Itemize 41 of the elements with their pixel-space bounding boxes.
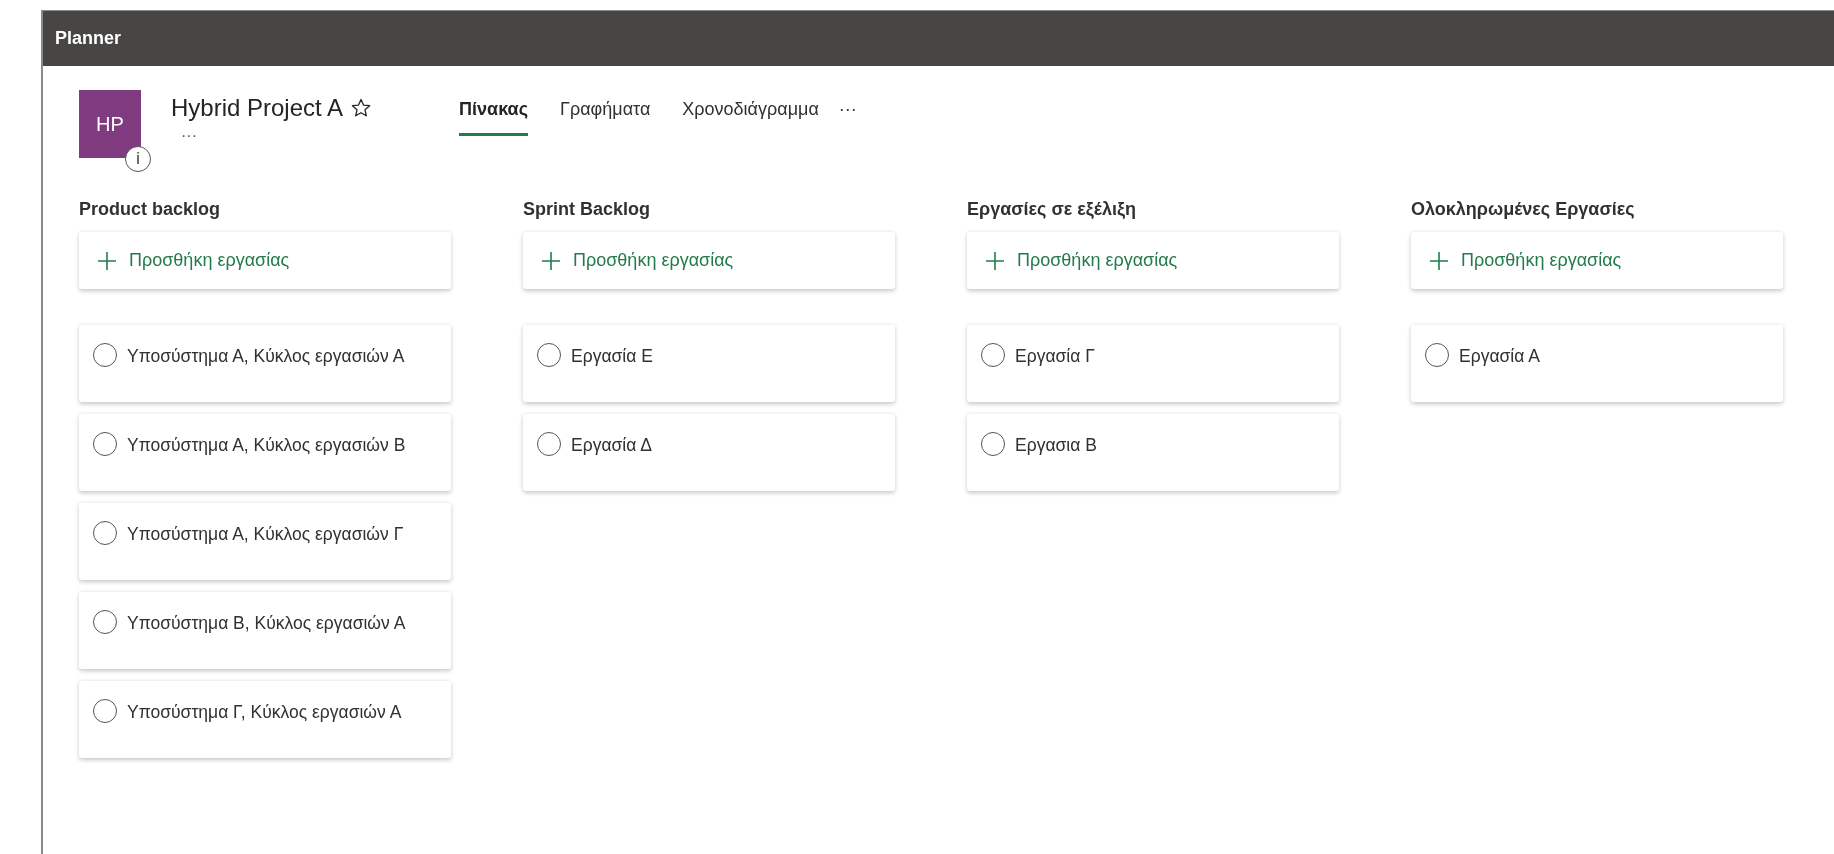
- info-button[interactable]: i: [125, 146, 151, 172]
- bucket-title: Εργασίες σε εξέλιξη: [967, 198, 1137, 221]
- task-card[interactable]: Υποσύστημα Γ, Κύκλος εργασιών Α: [79, 681, 451, 758]
- task-card[interactable]: Υποσύστημα Α, Κύκλος εργασιών Γ: [79, 503, 451, 580]
- app-title: Planner: [55, 27, 122, 50]
- bucket-title: Product backlog: [79, 198, 222, 221]
- favorite-star-icon[interactable]: [351, 98, 372, 118]
- plus-icon: [1429, 250, 1449, 271]
- task-title: Υποσύστημα Α, Κύκλος εργασιών Γ: [127, 523, 404, 546]
- add-task-button[interactable]: Προσθήκη εργασίας: [967, 232, 1339, 289]
- task-title: Υποσύστημα Β, Κύκλος εργασιών Α: [127, 612, 406, 635]
- task-title: Εργασία Γ: [1015, 345, 1095, 368]
- task-card[interactable]: Εργασία Α: [1411, 325, 1783, 402]
- task-title: Υποσύστημα Α, Κύκλος εργασιών Β: [127, 434, 406, 457]
- task-title: Εργασια Β: [1015, 434, 1097, 457]
- task-card[interactable]: Υποσύστημα Β, Κύκλος εργασιών Α: [79, 592, 451, 669]
- plus-icon: [985, 250, 1005, 271]
- plan-title: Hybrid Project A: [171, 93, 344, 123]
- task-title: Υποσύστημα Α, Κύκλος εργασιών Α: [127, 345, 405, 368]
- more-tabs-button[interactable]: ···: [838, 96, 857, 123]
- task-title: Εργασία Α: [1459, 345, 1540, 368]
- task-title: Εργασία Δ: [571, 434, 652, 457]
- tab[interactable]: Χρονοδιάγραμμα: [682, 96, 819, 136]
- plus-icon: [541, 250, 561, 271]
- task-card[interactable]: Εργασια Β: [967, 414, 1339, 491]
- add-task-button[interactable]: Προσθήκη εργασίας: [1411, 232, 1783, 289]
- bucket-title: Ολοκληρωμένες Εργασίες: [1411, 198, 1636, 221]
- task-title: Υποσύστημα Γ, Κύκλος εργασιών Α: [127, 701, 402, 724]
- task-title: Εργασία Ε: [571, 345, 653, 368]
- add-task-button[interactable]: Προσθήκη εργασίας: [79, 232, 451, 289]
- task-card[interactable]: Υποσύστημα Α, Κύκλος εργασιών Β: [79, 414, 451, 491]
- task-card[interactable]: Εργασία Ε: [523, 325, 895, 402]
- task-card[interactable]: Υποσύστημα Α, Κύκλος εργασιών Α: [79, 325, 451, 402]
- plus-icon: [97, 250, 117, 271]
- tab[interactable]: Γραφήματα: [560, 96, 651, 136]
- task-card[interactable]: Εργασία Γ: [967, 325, 1339, 402]
- task-card[interactable]: Εργασία Δ: [523, 414, 895, 491]
- more-options-button[interactable]: ···: [181, 126, 197, 146]
- tab[interactable]: Πίνακας: [459, 96, 529, 136]
- add-task-button[interactable]: Προσθήκη εργασίας: [523, 232, 895, 289]
- bucket-title: Sprint Backlog: [523, 198, 652, 221]
